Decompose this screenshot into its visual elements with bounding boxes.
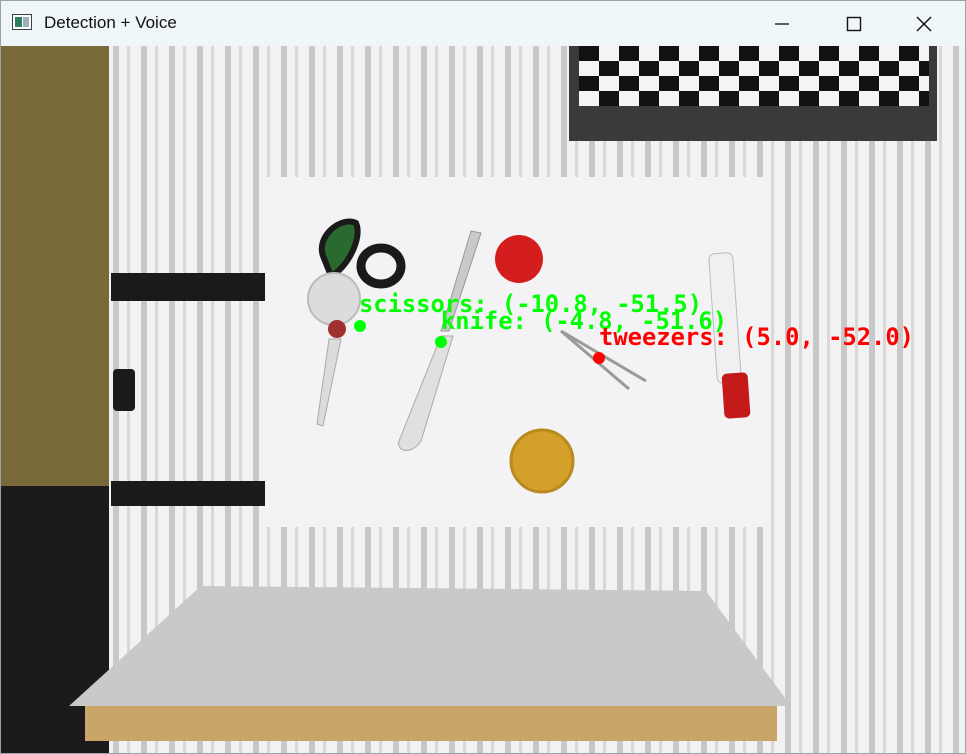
detection-marker bbox=[435, 336, 447, 348]
checkerboard bbox=[579, 46, 929, 106]
maximize-button[interactable] bbox=[831, 1, 877, 46]
detection-marker bbox=[354, 320, 366, 332]
close-icon bbox=[916, 16, 932, 31]
yellow-tape-object bbox=[509, 428, 575, 494]
minimize-icon bbox=[775, 22, 789, 25]
window-title: Detection + Voice bbox=[44, 13, 177, 32]
detection-label: tweezers: (5.0, -52.0) bbox=[599, 323, 914, 351]
title-bar[interactable]: Detection + Voice bbox=[1, 1, 965, 46]
camera-frame: scissors: (-10.8, -51.5)knife: (-4.8, -5… bbox=[1, 46, 965, 753]
camera-view: scissors: (-10.8, -51.5) knife: (-4.8, -5… bbox=[1, 46, 965, 753]
app-window: Detection + Voice scissors: (-10.8, -51.… bbox=[0, 0, 966, 754]
red-cap-object bbox=[495, 235, 543, 283]
app-icon bbox=[12, 14, 32, 30]
maximize-icon bbox=[846, 16, 862, 31]
detection-marker bbox=[593, 352, 605, 364]
minimize-button[interactable] bbox=[759, 1, 805, 46]
close-button[interactable] bbox=[901, 1, 947, 46]
